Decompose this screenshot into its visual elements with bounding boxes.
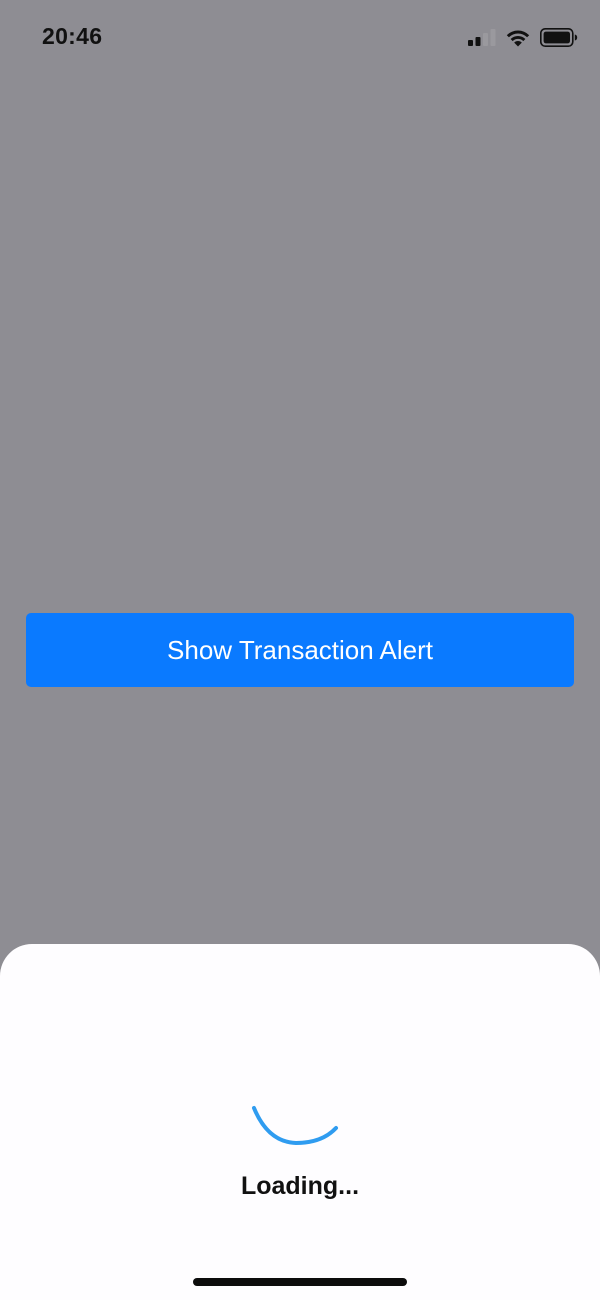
status-icons	[468, 26, 578, 48]
show-transaction-alert-button[interactable]: Show Transaction Alert	[26, 613, 574, 687]
wifi-icon	[505, 28, 531, 47]
app-screen: 20:46 Show Transaction Alert Loading...	[0, 0, 600, 1300]
home-indicator[interactable]	[193, 1278, 407, 1286]
cellular-signal-icon	[468, 28, 496, 46]
battery-icon	[540, 27, 578, 47]
status-bar: 20:46	[0, 0, 600, 72]
loading-label: Loading...	[240, 1172, 360, 1200]
loading-spinner-icon	[250, 1100, 340, 1150]
status-time: 20:46	[42, 23, 103, 49]
